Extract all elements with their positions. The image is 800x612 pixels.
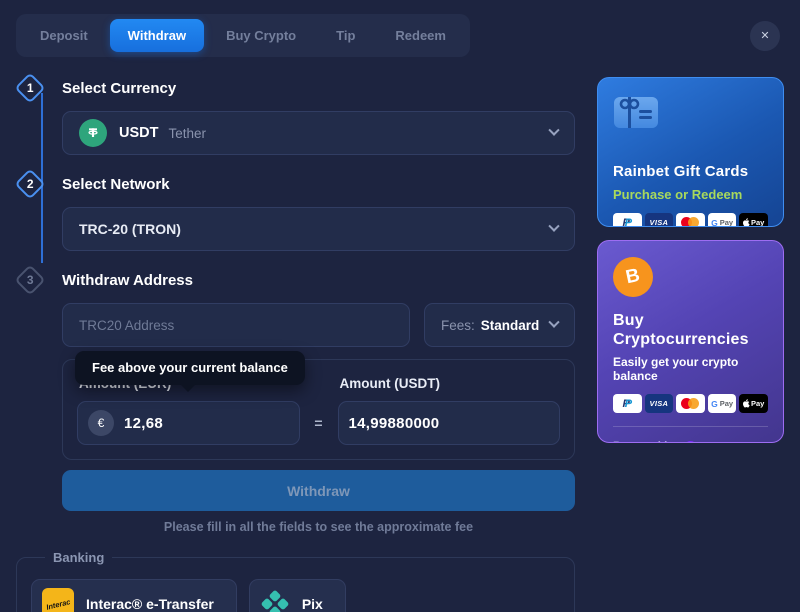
moonpay-icon (684, 441, 697, 443)
bitcoin-icon: B (613, 257, 653, 297)
top-bar: Deposit Withdraw Buy Crypto Tip Redeem ✕ (0, 0, 800, 67)
apple-pay-icon: Pay (739, 213, 768, 227)
gift-cards-card[interactable]: Rainbet Gift Cards Purchase or Redeem PP… (597, 77, 784, 227)
step-1-marker: 1 (14, 72, 45, 103)
buy-crypto-card[interactable]: B Buy Cryptocurrencies Easily get your c… (597, 240, 784, 443)
step-2-marker: 2 (14, 168, 45, 199)
moonpay-brand: MoonPay (703, 440, 756, 443)
close-button[interactable]: ✕ (750, 21, 780, 51)
step-1-number: 1 (27, 81, 34, 95)
interac-icon-word: Interac (45, 597, 71, 612)
powered-by-label: Powered by (613, 441, 678, 443)
chevron-down-icon (548, 317, 559, 328)
tab-withdraw[interactable]: Withdraw (110, 19, 204, 52)
amounts-panel: Fee above your current balance Amount (E… (62, 359, 575, 460)
banking-title: Banking (45, 550, 112, 565)
tab-buy-crypto[interactable]: Buy Crypto (208, 19, 314, 52)
powered-by-row: Powered by MoonPay (613, 426, 768, 443)
visa-icon: VISA (645, 394, 674, 413)
google-pay-icon: GPay (708, 213, 737, 227)
tab-deposit[interactable]: Deposit (22, 19, 106, 52)
visa-icon: VISA (645, 213, 674, 227)
paypal-icon: PP (613, 394, 642, 413)
currency-code: USDT (119, 125, 158, 141)
step-3-marker: 3 (14, 264, 45, 295)
pix-button[interactable]: Pix (249, 579, 346, 612)
pix-label: Pix (302, 596, 323, 612)
payment-methods-row: PP VISA GPay Pay (613, 394, 768, 413)
tether-icon (79, 119, 107, 147)
chevron-down-icon (548, 221, 559, 232)
fees-select[interactable]: Fees: Standard (424, 303, 575, 347)
amount-usdt-field[interactable] (338, 401, 561, 445)
mastercard-icon (676, 213, 705, 227)
amount-eur-field[interactable]: € (77, 401, 300, 445)
fees-prefix: Fees: (441, 318, 475, 333)
banking-section: Banking Interac e-Transfer Interac® e-Tr… (16, 550, 575, 612)
gift-card-title: Rainbet Gift Cards (613, 163, 768, 181)
gift-card-subtitle: Purchase or Redeem (613, 187, 768, 202)
fees-value: Standard (481, 318, 540, 333)
google-pay-icon: GPay (708, 394, 737, 413)
currency-name: Tether (168, 126, 550, 141)
euro-icon: € (88, 410, 114, 436)
gift-card-icon (613, 94, 768, 135)
withdraw-address-title: Withdraw Address (62, 272, 575, 289)
amount-usdt-input[interactable] (349, 415, 550, 432)
apple-pay-icon: Pay (739, 394, 768, 413)
amount-usdt-label: Amount (USDT) (340, 376, 561, 391)
paypal-icon: PP (613, 213, 642, 227)
step-3-number: 3 (27, 273, 34, 287)
interac-icon: Interac e-Transfer (42, 588, 74, 612)
close-icon: ✕ (760, 29, 769, 42)
select-currency-title: Select Currency (62, 80, 575, 97)
select-network-title: Select Network (62, 176, 575, 193)
chevron-down-icon (548, 125, 559, 136)
network-value: TRC-20 (TRON) (79, 221, 550, 237)
tab-redeem[interactable]: Redeem (377, 19, 464, 52)
modal-body: 1 Select Currency USDT Tether (0, 67, 800, 612)
equals-sign: = (306, 401, 332, 445)
payment-methods-row: PP VISA GPay Pay (613, 213, 768, 227)
fee-warning-tooltip: Fee above your current balance (75, 351, 305, 385)
currency-select[interactable]: USDT Tether (62, 111, 575, 155)
network-select[interactable]: TRC-20 (TRON) (62, 207, 575, 251)
tab-tip[interactable]: Tip (318, 19, 373, 52)
withdraw-helper-text: Please fill in all the fields to see the… (62, 520, 575, 534)
promo-sidebar: Rainbet Gift Cards Purchase or Redeem PP… (597, 77, 784, 612)
mastercard-icon (676, 394, 705, 413)
interac-etransfer-button[interactable]: Interac e-Transfer Interac® e-Transfer (31, 579, 237, 612)
withdraw-address-input[interactable] (62, 303, 410, 347)
amount-eur-input[interactable] (124, 415, 289, 432)
withdraw-form: 1 Select Currency USDT Tether (16, 77, 575, 550)
withdraw-button[interactable]: Withdraw (62, 470, 575, 511)
pix-icon (260, 589, 290, 612)
buy-crypto-subtitle: Easily get your crypto balance (613, 355, 768, 383)
buy-crypto-title: Buy Cryptocurrencies (613, 311, 768, 349)
step-2-number: 2 (27, 177, 34, 191)
wallet-tabs: Deposit Withdraw Buy Crypto Tip Redeem (16, 14, 470, 57)
interac-label: Interac® e-Transfer (86, 596, 214, 612)
